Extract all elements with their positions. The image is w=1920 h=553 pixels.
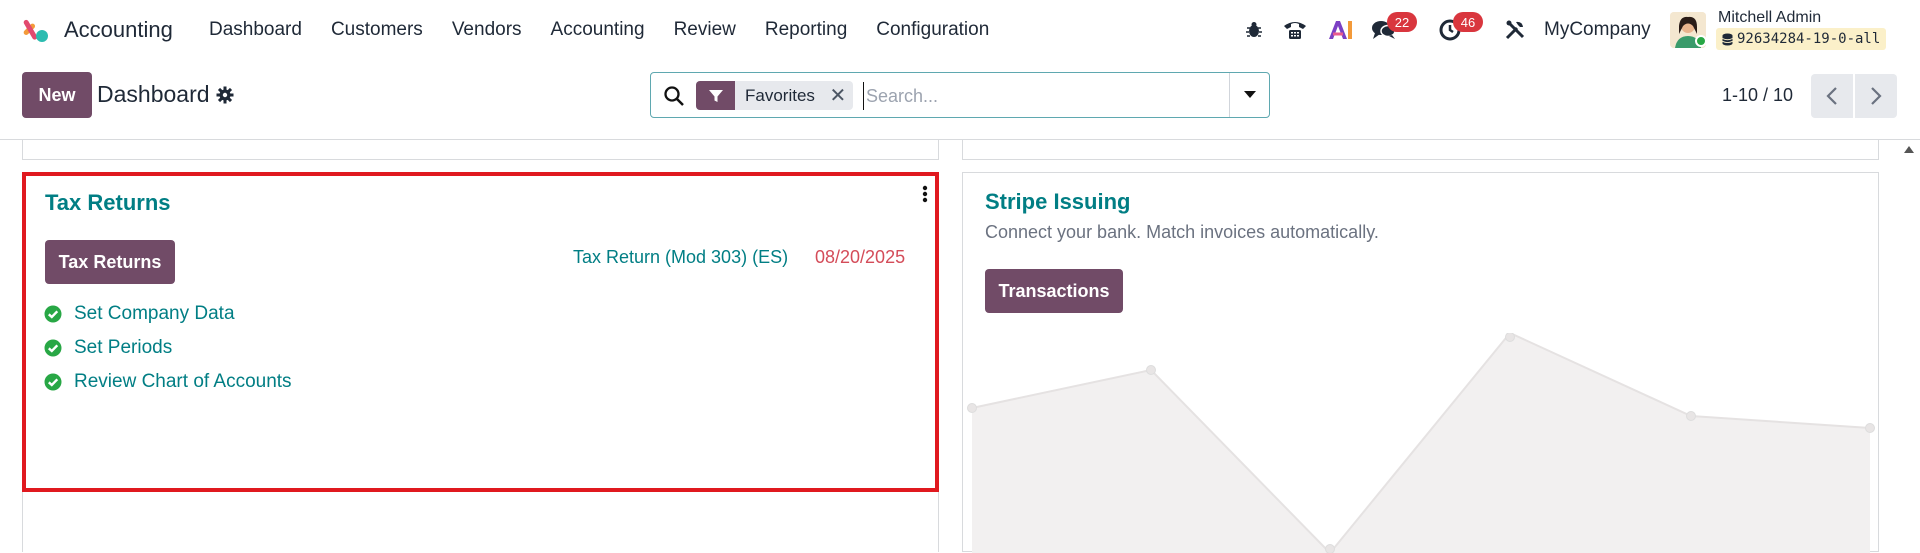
online-status-dot [1695, 35, 1707, 47]
stripe-card-subtitle: Connect your bank. Match invoices automa… [985, 222, 1379, 243]
tax-return-date: 08/20/2025 [815, 247, 905, 268]
onboarding-step[interactable]: Set Company Data [44, 303, 235, 325]
check-circle-icon [44, 339, 62, 357]
caret-down-icon [1244, 91, 1256, 99]
facet-label: Favorites [735, 81, 823, 110]
filter-icon [696, 81, 735, 110]
menu-reporting[interactable]: Reporting [765, 19, 847, 41]
pager-value[interactable]: 1-10 / 10 [1722, 85, 1793, 106]
onboarding-step[interactable]: Set Periods [44, 337, 172, 359]
database-icon [1722, 33, 1733, 46]
discuss-count-badge: 22 [1387, 12, 1417, 32]
phone-icon[interactable] [1277, 12, 1313, 48]
company-switcher[interactable]: MyCompany [1544, 19, 1651, 41]
database-name: 92634284-19-0-all [1737, 31, 1880, 47]
search-facet: Favorites ✕ [696, 81, 853, 110]
activity-count-badge: 46 [1453, 12, 1483, 32]
tax-returns-card: Tax Returns Tax Returns Tax Return (Mod … [22, 172, 939, 492]
debug-bug-icon[interactable] [1236, 12, 1272, 48]
tax-card-extension [22, 492, 939, 552]
chevron-right-icon [1870, 87, 1882, 105]
pager-next-button[interactable] [1855, 74, 1897, 118]
step-label[interactable]: Review Chart of Accounts [74, 371, 292, 393]
search-options-toggle[interactable] [1229, 73, 1269, 117]
check-circle-icon [44, 373, 62, 391]
pager-previous-button[interactable] [1811, 74, 1853, 118]
search-icon[interactable] [663, 85, 685, 107]
app-logo-icon[interactable] [20, 15, 50, 45]
database-tag: 92634284-19-0-all [1716, 28, 1886, 50]
sample-graph-placeholder [963, 333, 1880, 553]
tax-card-title[interactable]: Tax Returns [45, 190, 171, 216]
facet-remove-icon[interactable]: ✕ [823, 81, 853, 110]
step-label[interactable]: Set Periods [74, 337, 172, 359]
page-title: Dashboard [97, 81, 210, 108]
previous-card-bottom-left [22, 140, 939, 160]
menu-vendors[interactable]: Vendors [452, 19, 522, 41]
transactions-button[interactable]: Transactions [985, 269, 1123, 313]
menu-accounting[interactable]: Accounting [551, 19, 645, 41]
stripe-card-title[interactable]: Stripe Issuing [985, 189, 1130, 215]
check-circle-icon [44, 305, 62, 323]
menu-dashboard[interactable]: Dashboard [209, 19, 302, 41]
ai-assistant-icon[interactable] [1323, 12, 1359, 48]
tax-return-link[interactable]: Tax Return (Mod 303) (ES) [573, 247, 788, 268]
stripe-issuing-card: Stripe Issuing Connect your bank. Match … [962, 172, 1879, 552]
chevron-left-icon [1826, 87, 1838, 105]
tools-icon[interactable] [1497, 12, 1533, 48]
onboarding-step[interactable]: Review Chart of Accounts [44, 371, 292, 393]
menu-customers[interactable]: Customers [331, 19, 423, 41]
search-input[interactable] [863, 82, 1223, 110]
top-navbar: Accounting Dashboard Customers Vendors A… [0, 0, 1920, 60]
main-menu: Dashboard Customers Vendors Accounting R… [209, 19, 1018, 41]
search-bar: Favorites ✕ [650, 72, 1270, 118]
tax-returns-button[interactable]: Tax Returns [45, 240, 175, 284]
step-label[interactable]: Set Company Data [74, 303, 235, 325]
previous-card-bottom-right [962, 140, 1879, 160]
menu-review[interactable]: Review [674, 19, 736, 41]
app-name[interactable]: Accounting [64, 17, 173, 43]
kebab-menu-icon[interactable] [921, 184, 929, 206]
gear-icon[interactable] [216, 86, 234, 104]
menu-configuration[interactable]: Configuration [876, 19, 989, 41]
user-name[interactable]: Mitchell Admin [1718, 9, 1821, 27]
new-button[interactable]: New [22, 72, 92, 118]
scroll-up-icon[interactable] [1903, 143, 1915, 155]
